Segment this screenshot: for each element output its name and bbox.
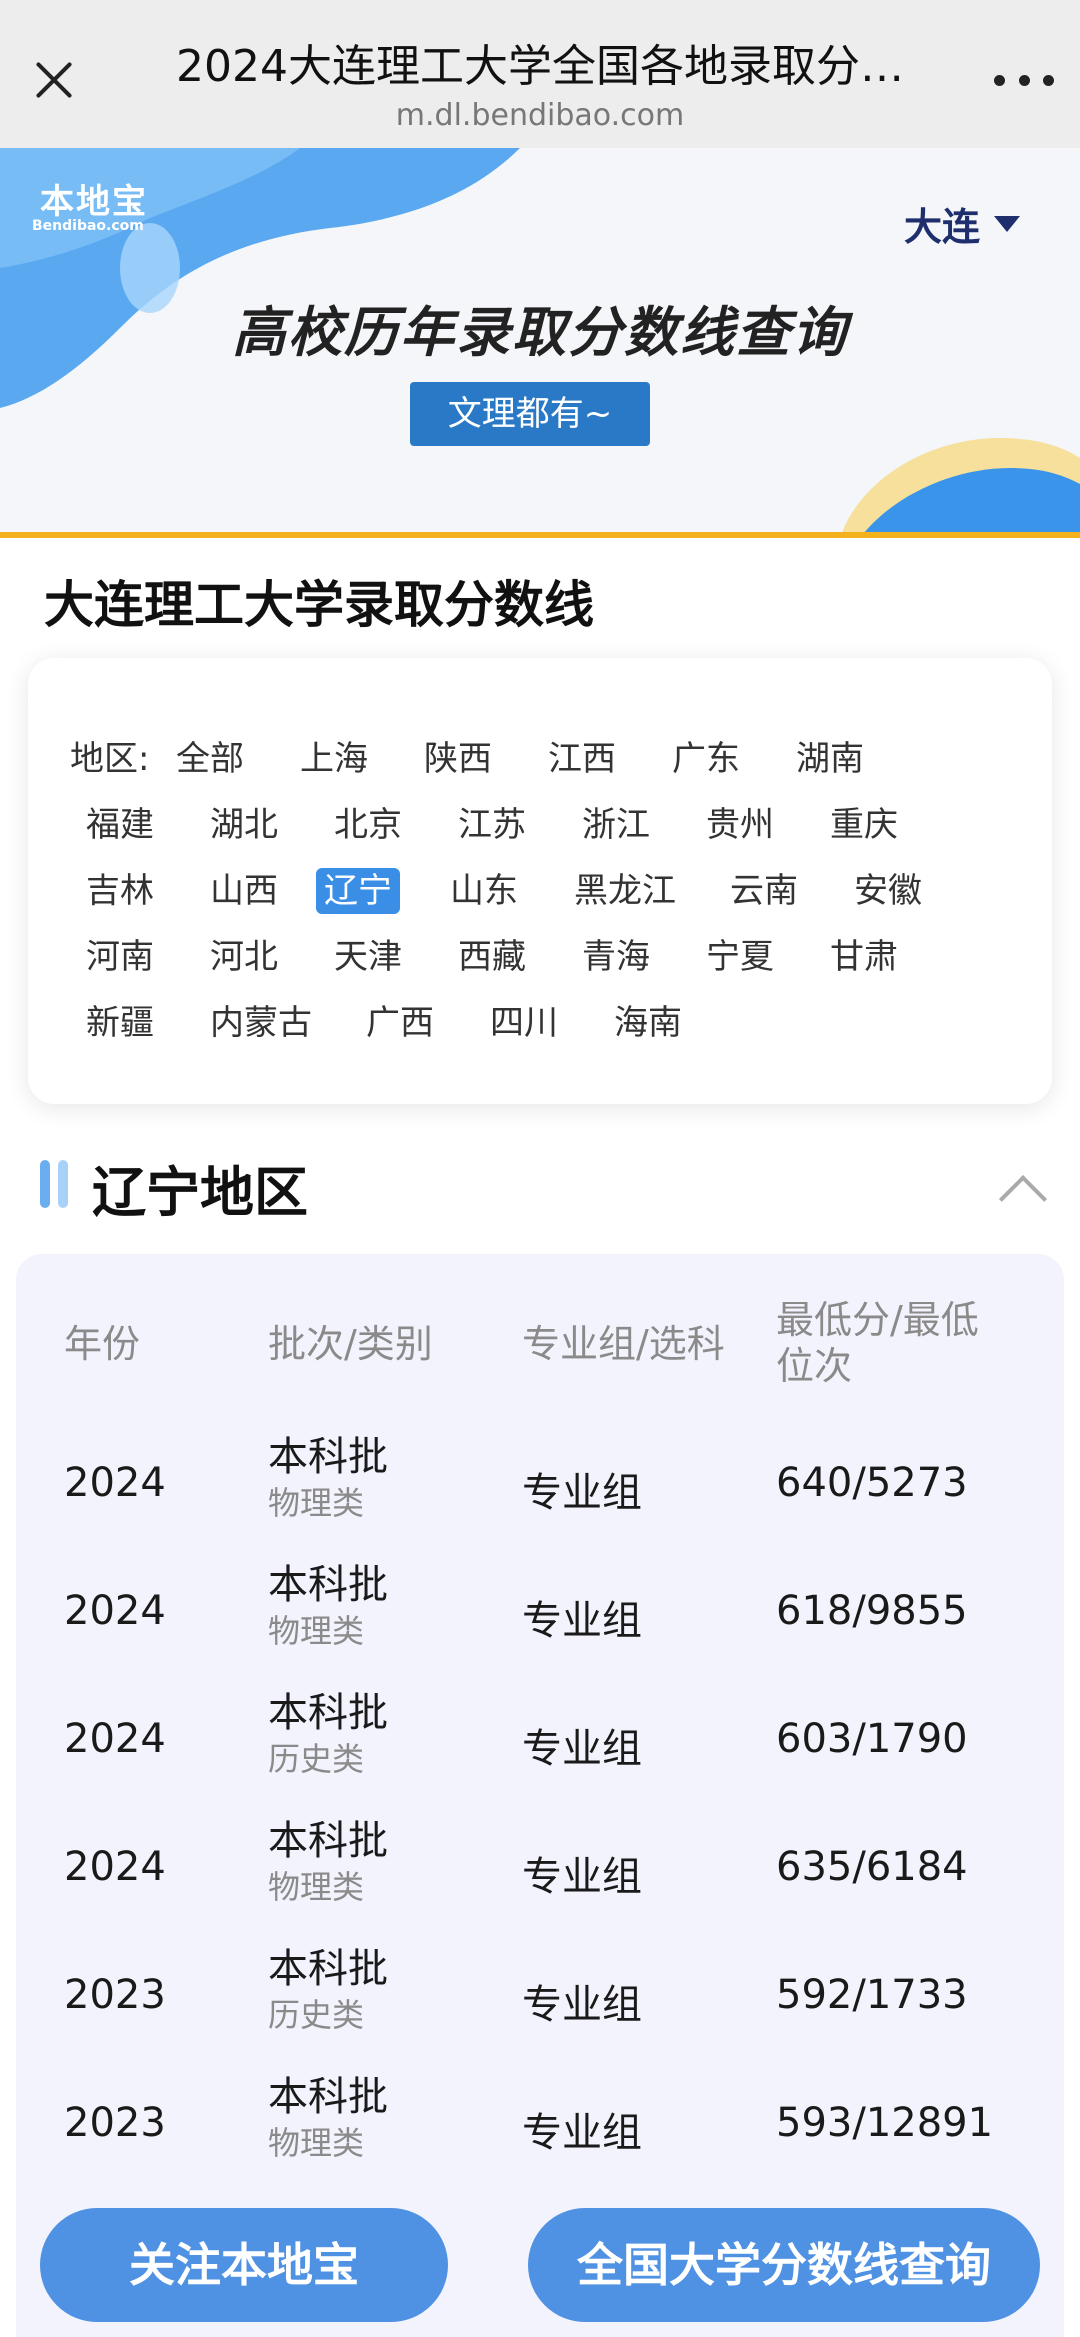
more-options-icon[interactable] — [994, 70, 1054, 90]
region-option[interactable]: 江西 — [540, 736, 624, 782]
banner-title: 高校历年录取分数线查询 — [232, 301, 848, 364]
region-option[interactable]: 海南 — [606, 1000, 690, 1046]
region-option[interactable]: 贵州 — [698, 802, 782, 848]
category-cell: 物理类 — [268, 1868, 365, 1906]
group-cell: 专业组 — [522, 1726, 642, 1772]
browser-toolbar: 2024大连理工大学全国各地录取分… m.dl.bendibao.com — [0, 0, 1080, 148]
score-rank-cell: 618/9855 — [776, 1588, 968, 1634]
region-option[interactable]: 山西 — [202, 868, 286, 914]
region-option[interactable]: 宁夏 — [698, 934, 782, 980]
region-option[interactable]: 河北 — [202, 934, 286, 980]
region-option[interactable]: 上海 — [292, 736, 376, 782]
group-cell: 专业组 — [522, 1598, 642, 1644]
city-label: 大连 — [903, 205, 980, 249]
region-option[interactable]: 浙江 — [574, 802, 658, 848]
header-year: 年份 — [64, 1322, 141, 1366]
score-rank-cell: 635/6184 — [776, 1844, 968, 1890]
batch-cell: 本科批 — [268, 1434, 388, 1480]
close-icon[interactable] — [24, 50, 84, 110]
table-row: 2024 本科批物理类 专业组 640/5273 — [16, 1414, 1064, 1542]
batch-cell: 本科批 — [268, 2074, 388, 2120]
category-cell: 物理类 — [268, 1612, 365, 1650]
region-filter-card: 地区: 全部 上海 陕西 江西 广东 湖南福建 湖北 北京 江苏 浙江 贵州 重庆吉林 山西 辽宁 山东 黑龙… — [28, 658, 1052, 1104]
score-rank-cell: 593/12891 — [776, 2100, 994, 2146]
year-cell: 2023 — [64, 1972, 166, 2018]
region-option[interactable]: 黑龙江 — [566, 868, 684, 914]
region-option[interactable]: 河南 — [78, 934, 162, 980]
table-row: 2024 本科批物理类 专业组 618/9855 — [16, 1542, 1064, 1670]
table-row: 2023 本科批历史类 专业组 592/1733 — [16, 1926, 1064, 2054]
region-option[interactable]: 青海 — [574, 934, 658, 980]
category-cell: 历史类 — [268, 1740, 365, 1778]
category-cell: 物理类 — [268, 1484, 365, 1522]
batch-cell: 本科批 — [268, 1690, 388, 1736]
year-cell: 2024 — [64, 1460, 166, 1506]
score-rank-cell: 592/1733 — [776, 1972, 968, 2018]
banner-divider — [0, 532, 1080, 538]
category-cell: 历史类 — [268, 1996, 365, 2034]
region-option[interactable]: 云南 — [722, 868, 806, 914]
city-selector[interactable]: 大连 — [904, 196, 1020, 251]
region-option[interactable]: 内蒙古 — [202, 1000, 320, 1046]
table-row: 2024 本科批物理类 专业组 635/6184 — [16, 1798, 1064, 1926]
region-option[interactable]: 全部 — [168, 736, 252, 782]
year-cell: 2024 — [64, 1844, 166, 1890]
banner: 本地宝 Bendibao.com 大连 高校历年录取分数线查询 文理都有~ — [0, 148, 1080, 538]
header-min-score: 最低分/最低 — [776, 1298, 979, 1342]
score-table: 年份 批次/类别 专业组/选科 最低分/最低 位次 2024 本科批 物理类 专业组 6… — [16, 1254, 1064, 2337]
region-option[interactable]: 天津 — [326, 934, 410, 980]
batch-cell: 本科批 — [268, 1946, 388, 1992]
year-cell: 2024 — [64, 1716, 166, 1762]
region-option[interactable]: 福建 — [78, 802, 162, 848]
page-title: 2024大连理工大学全国各地录取分… — [176, 41, 904, 92]
region-option[interactable]: 辽宁 — [316, 868, 400, 914]
chevron-up-icon[interactable] — [1000, 1170, 1040, 1210]
region-option[interactable]: 重庆 — [822, 802, 906, 848]
region-option[interactable]: 陕西 — [416, 736, 500, 782]
area-marker-secondary — [58, 1160, 68, 1208]
area-marker — [40, 1160, 50, 1208]
region-option[interactable]: 江苏 — [450, 802, 534, 848]
category-cell: 物理类 — [268, 2124, 365, 2162]
region-option[interactable]: 甘肃 — [822, 934, 906, 980]
region-option[interactable]: 四川 — [482, 1000, 566, 1046]
batch-cell: 本科批 — [268, 1818, 388, 1864]
region-option[interactable]: 新疆 — [78, 1000, 162, 1046]
group-cell: 专业组 — [522, 1470, 642, 1516]
region-option[interactable]: 北京 — [326, 802, 410, 848]
region-option[interactable]: 西藏 — [450, 934, 534, 980]
section-heading: 大连理工大学录取分数线 — [44, 576, 594, 634]
batch-cell: 本科批 — [268, 1562, 388, 1608]
region-label: 地区: — [70, 739, 150, 779]
year-cell: 2023 — [64, 2100, 166, 2146]
group-cell: 专业组 — [522, 2110, 642, 2156]
group-cell: 专业组 — [522, 1982, 642, 2028]
table-row: 2024 本科批历史类 专业组 603/1790 — [16, 1670, 1064, 1798]
page-url: m.dl.bendibao.com — [395, 98, 685, 133]
header-group: 专业组/选科 — [522, 1322, 725, 1366]
region-option[interactable]: 湖北 — [202, 802, 286, 848]
score-rank-cell: 603/1790 — [776, 1716, 968, 1762]
group-cell: 专业组 — [522, 1854, 642, 1900]
region-option[interactable]: 吉林 — [78, 868, 162, 914]
region-option[interactable]: 湖南 — [788, 736, 872, 782]
region-option[interactable]: 广东 — [664, 736, 748, 782]
area-title: 辽宁地区 — [92, 1161, 308, 1224]
header-batch: 批次/类别 — [268, 1322, 433, 1366]
score-rank-cell: 640/5273 — [776, 1460, 968, 1506]
year-cell: 2024 — [64, 1588, 166, 1634]
header-rank: 位次 — [776, 1344, 853, 1388]
region-option[interactable]: 山东 — [442, 868, 526, 914]
caret-down-icon — [994, 215, 1020, 232]
bendibao-logo: 本地宝 Bendibao.com — [32, 182, 148, 234]
region-option[interactable]: 广西 — [358, 1000, 442, 1046]
region-option[interactable]: 安徽 — [846, 868, 930, 914]
banner-tag-button[interactable]: 文理都有~ — [410, 382, 650, 446]
follow-button[interactable]: 关注本地宝 — [40, 2208, 448, 2322]
national-score-search-button[interactable]: 全国大学分数线查询 — [528, 2208, 1040, 2322]
table-row: 2023 本科批物理类 专业组 593/12891 — [16, 2054, 1064, 2182]
